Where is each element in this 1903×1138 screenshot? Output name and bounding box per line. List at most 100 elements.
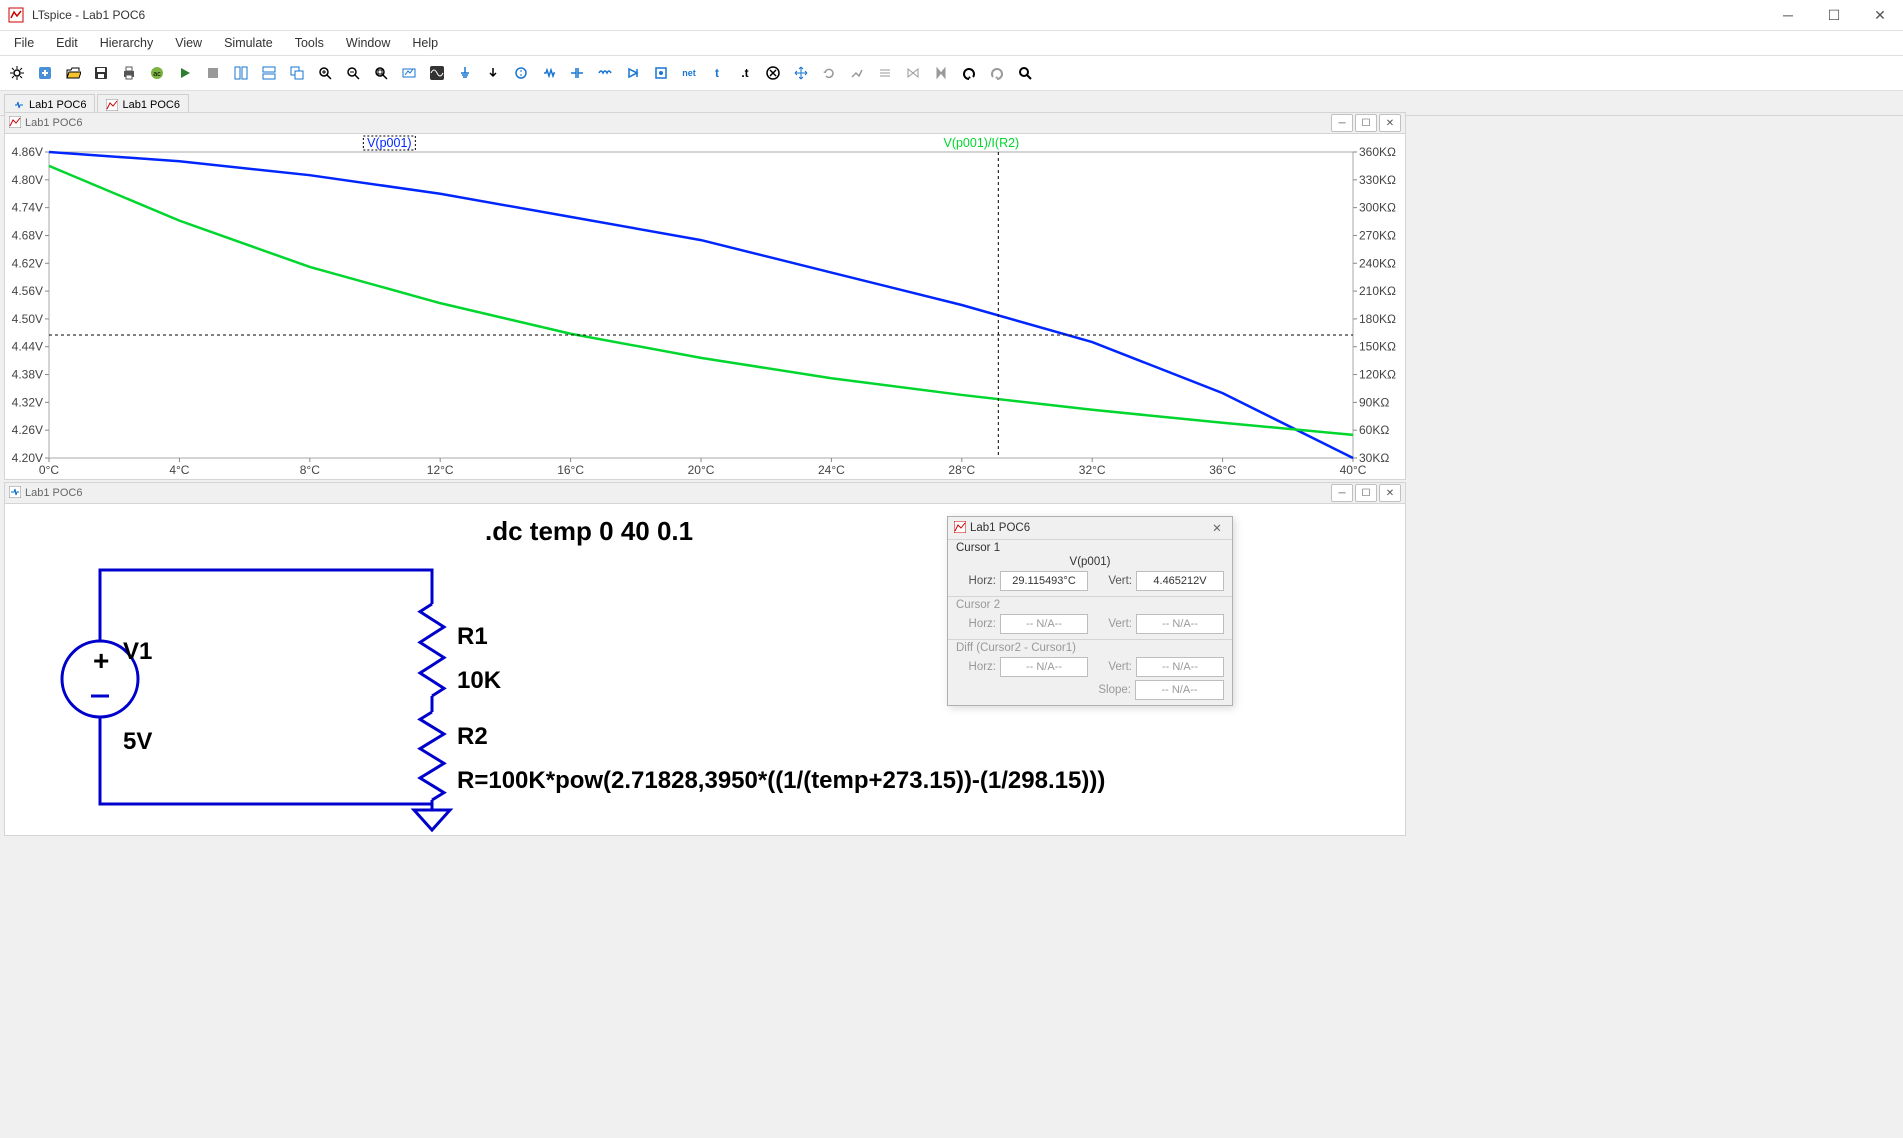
- svg-text:4.32V: 4.32V: [12, 395, 43, 409]
- schematic-window-min-button[interactable]: ─: [1331, 484, 1353, 502]
- svg-text:V1: V1: [123, 638, 152, 665]
- svg-text:.dc temp 0 40 0.1: .dc temp 0 40 0.1: [485, 516, 693, 546]
- zoom-fit-icon[interactable]: [368, 60, 394, 86]
- net-icon[interactable]: net: [676, 60, 702, 86]
- svg-text:V(p001): V(p001): [367, 136, 411, 150]
- inductor-icon[interactable]: [592, 60, 618, 86]
- bus-icon[interactable]: [872, 60, 898, 86]
- menu-bar: FileEditHierarchyViewSimulateToolsWindow…: [0, 31, 1903, 56]
- svg-text:180KΩ: 180KΩ: [1359, 312, 1396, 326]
- svg-text:t: t: [715, 66, 719, 80]
- flip-icon[interactable]: [928, 60, 954, 86]
- text-op-icon[interactable]: .t: [732, 60, 758, 86]
- capacitor-icon[interactable]: [564, 60, 590, 86]
- slope-label: Slope:: [1091, 684, 1131, 696]
- cursor-dialog-titlebar[interactable]: Lab1 POC6 ✕: [948, 517, 1232, 539]
- schematic-canvas[interactable]: .dc temp 0 40 0.1+V15VR110KR2R=100K*pow(…: [5, 504, 1405, 834]
- svg-text:ac: ac: [153, 71, 161, 78]
- svg-text:net: net: [682, 68, 696, 78]
- delete-icon[interactable]: [760, 60, 786, 86]
- gear-icon[interactable]: [4, 60, 30, 86]
- diff-slope-value: -- N/A--: [1135, 680, 1224, 700]
- svg-text:4.68V: 4.68V: [12, 228, 43, 242]
- print-icon[interactable]: [116, 60, 142, 86]
- cursor2-horz-value[interactable]: -- N/A--: [1000, 614, 1088, 634]
- ground-icon[interactable]: [452, 60, 478, 86]
- svg-text:10K: 10K: [457, 667, 502, 694]
- move-icon[interactable]: [788, 60, 814, 86]
- search-icon[interactable]: [1012, 60, 1038, 86]
- redo-icon[interactable]: [984, 60, 1010, 86]
- zoom-out-icon[interactable]: [340, 60, 366, 86]
- schematic-window-max-button[interactable]: ☐: [1355, 484, 1377, 502]
- schematic-window-titlebar[interactable]: Lab1 POC6 ─ ☐ ✕: [5, 483, 1405, 504]
- open-icon[interactable]: [60, 60, 86, 86]
- wire-icon[interactable]: [844, 60, 870, 86]
- menu-file[interactable]: File: [4, 33, 44, 53]
- toolbar: ac net t .t: [0, 56, 1903, 91]
- stop-icon[interactable]: [200, 60, 226, 86]
- tile-horizontal-icon[interactable]: [256, 60, 282, 86]
- plot-window-max-button[interactable]: ☐: [1355, 114, 1377, 132]
- svg-text:240KΩ: 240KΩ: [1359, 256, 1396, 270]
- plot-area[interactable]: 4.86V4.80V4.74V4.68V4.62V4.56V4.50V4.44V…: [5, 134, 1405, 478]
- svg-text:R=100K*pow(2.71828,3950*((1/(t: R=100K*pow(2.71828,3950*((1/(temp+273.15…: [457, 767, 1105, 794]
- minimize-button[interactable]: ─: [1765, 0, 1811, 30]
- cursor1-horz-value[interactable]: 29.115493°C: [1000, 571, 1088, 591]
- schematic-window-close-button[interactable]: ✕: [1379, 484, 1401, 502]
- close-button[interactable]: ✕: [1857, 0, 1903, 30]
- arrow-down-icon[interactable]: [480, 60, 506, 86]
- svg-text:R2: R2: [457, 723, 488, 750]
- new-schematic-icon[interactable]: [32, 60, 58, 86]
- menu-edit[interactable]: Edit: [46, 33, 88, 53]
- menu-hierarchy[interactable]: Hierarchy: [90, 33, 164, 53]
- text-plain-icon[interactable]: t: [704, 60, 730, 86]
- autoscale-icon[interactable]: [396, 60, 422, 86]
- cursor2-vert-value[interactable]: -- N/A--: [1136, 614, 1224, 634]
- cursor-info-dialog[interactable]: Lab1 POC6 ✕ Cursor 1 V(p001) Horz: 29.11…: [947, 516, 1233, 706]
- diff-label: Diff (Cursor2 - Cursor1): [956, 642, 1224, 654]
- svg-text:24°C: 24°C: [818, 463, 845, 477]
- plot-window-close-button[interactable]: ✕: [1379, 114, 1401, 132]
- diode-icon[interactable]: [620, 60, 646, 86]
- svg-text:+: +: [93, 645, 109, 676]
- svg-text:270KΩ: 270KΩ: [1359, 228, 1396, 242]
- sine-icon[interactable]: [424, 60, 450, 86]
- tab-icon: [106, 99, 118, 111]
- undo-icon[interactable]: [956, 60, 982, 86]
- svg-text:28°C: 28°C: [948, 463, 975, 477]
- vert-label-2: Vert:: [1092, 618, 1132, 630]
- svg-text:.t: .t: [741, 66, 748, 80]
- simulate-ac-icon[interactable]: ac: [144, 60, 170, 86]
- svg-text:60KΩ: 60KΩ: [1359, 423, 1389, 437]
- cursor-dialog-close-button[interactable]: ✕: [1208, 519, 1226, 537]
- svg-text:4°C: 4°C: [169, 463, 189, 477]
- cursor1-label: Cursor 1: [956, 542, 1224, 554]
- mirror-icon[interactable]: [900, 60, 926, 86]
- plot-window-min-button[interactable]: ─: [1331, 114, 1353, 132]
- rotate-icon[interactable]: [816, 60, 842, 86]
- menu-tools[interactable]: Tools: [285, 33, 334, 53]
- horz-label-3: Horz:: [956, 661, 996, 673]
- cascade-icon[interactable]: [284, 60, 310, 86]
- resistor-icon[interactable]: [536, 60, 562, 86]
- plot-window-titlebar[interactable]: Lab1 POC6 ─ ☐ ✕: [5, 113, 1405, 134]
- menu-help[interactable]: Help: [402, 33, 448, 53]
- tile-vertical-icon[interactable]: [228, 60, 254, 86]
- component-icon[interactable]: [648, 60, 674, 86]
- menu-view[interactable]: View: [165, 33, 212, 53]
- zoom-in-icon[interactable]: [312, 60, 338, 86]
- plot-window-title: Lab1 POC6: [25, 117, 82, 129]
- save-icon[interactable]: [88, 60, 114, 86]
- tab-label: Lab1 POC6: [122, 99, 179, 111]
- svg-text:4.56V: 4.56V: [12, 284, 43, 298]
- menu-simulate[interactable]: Simulate: [214, 33, 283, 53]
- svg-text:4.26V: 4.26V: [12, 423, 43, 437]
- svg-text:32°C: 32°C: [1079, 463, 1106, 477]
- menu-window[interactable]: Window: [336, 33, 400, 53]
- run-icon[interactable]: [172, 60, 198, 86]
- maximize-button[interactable]: ☐: [1811, 0, 1857, 30]
- svg-text:4.38V: 4.38V: [12, 368, 43, 382]
- cursor1-vert-value[interactable]: 4.465212V: [1136, 571, 1224, 591]
- voltage-source-icon[interactable]: [508, 60, 534, 86]
